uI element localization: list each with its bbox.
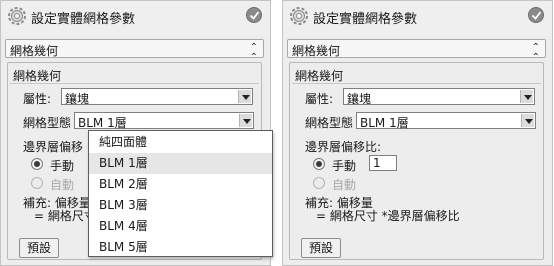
group-title: 網格幾何 [13,69,62,83]
group-divider [292,83,541,84]
dropdown-option-blm-5[interactable]: BLM 5層 [89,237,272,258]
auto-radio[interactable] [31,177,43,189]
attribute-select[interactable]: 鑲塊 [343,88,535,106]
mesh-type-select[interactable]: BLM 1層 [356,112,536,130]
attribute-select-value: 鑲塊 [65,92,90,106]
default-button[interactable]: 預設 [301,238,341,258]
check-icon[interactable] [528,7,544,23]
group-divider [10,83,259,84]
panel-titlebar: 設定實體網格參數 [283,1,552,37]
mesh-type-label: 網格型態 [23,116,72,130]
gear-icon [290,7,308,25]
dropdown-option-tetra[interactable]: 純四面體 [89,132,272,153]
attribute-select-value: 鑲塊 [347,92,372,106]
manual-radio[interactable] [313,158,325,170]
mesh-type-select-value: BLM 1層 [360,116,409,130]
panel-titlebar: 設定實體網格參數 [1,1,270,37]
offset-formula: = 網格尺寸 *邊界層偏移比 [316,209,460,223]
panel-title: 設定實體網格參數 [31,12,136,27]
attribute-label: 屬性: [305,92,334,106]
boundary-layer-ratio-label: 邊界層偏移 [23,140,84,154]
mesh-type-dropdown-list: 純四面體 BLM 1層 BLM 2層 BLM 3層 BLM 4層 BLM 5層 [88,130,273,257]
chevron-down-icon[interactable] [521,114,534,127]
auto-radio-label: 自動 [50,178,75,192]
auto-radio-label: 自動 [332,178,357,192]
attribute-select[interactable]: 鑲塊 [61,88,253,106]
dropdown-option-blm-1[interactable]: BLM 1層 [89,153,272,174]
mesh-type-select[interactable]: BLM 1層 [74,112,254,130]
attribute-label: 屬性: [23,92,52,106]
chevron-down-icon[interactable] [520,90,533,103]
double-chevron-up-icon[interactable]: ⌃ ⌃ [532,43,540,63]
section-header-mesh-geometry[interactable]: 網格幾何 ⌃ ⌃ [287,39,546,63]
dropdown-option-blm-3[interactable]: BLM 3層 [89,195,272,216]
mesh-settings-panel-right: 設定實體網格參數 網格幾何 ⌃ ⌃ 網格幾何 屬性: 鑲塊 網格型態 BLM 1層… [282,0,553,266]
offset-formula: = 網格尺寸 [34,209,96,223]
chevron-down-icon[interactable] [238,90,251,103]
panel-title: 設定實體網格參數 [313,12,418,27]
dropdown-option-blm-4[interactable]: BLM 4層 [89,216,272,237]
dropdown-option-blm-2[interactable]: BLM 2層 [89,174,272,195]
manual-radio-label: 手動 [50,159,75,173]
manual-radio[interactable] [31,158,43,170]
chevron-down-icon[interactable] [239,114,252,127]
mesh-type-select-value: BLM 1層 [78,116,127,130]
gear-icon [8,7,26,25]
manual-radio-label: 手動 [332,159,357,173]
mesh-type-label: 網格型態 [305,116,354,130]
auto-radio[interactable] [313,177,325,189]
check-icon[interactable] [246,7,262,23]
default-button[interactable]: 預設 [19,238,59,258]
section-header-mesh-geometry[interactable]: 網格幾何 ⌃ ⌃ [5,39,264,63]
section-header-label: 網格幾何 [10,44,59,58]
boundary-layer-ratio-label: 邊界層偏移比: [305,140,382,154]
group-title: 網格幾何 [295,69,344,83]
manual-ratio-input[interactable]: 1 [369,155,397,171]
double-chevron-up-icon[interactable]: ⌃ ⌃ [250,43,258,63]
section-header-label: 網格幾何 [292,44,341,58]
